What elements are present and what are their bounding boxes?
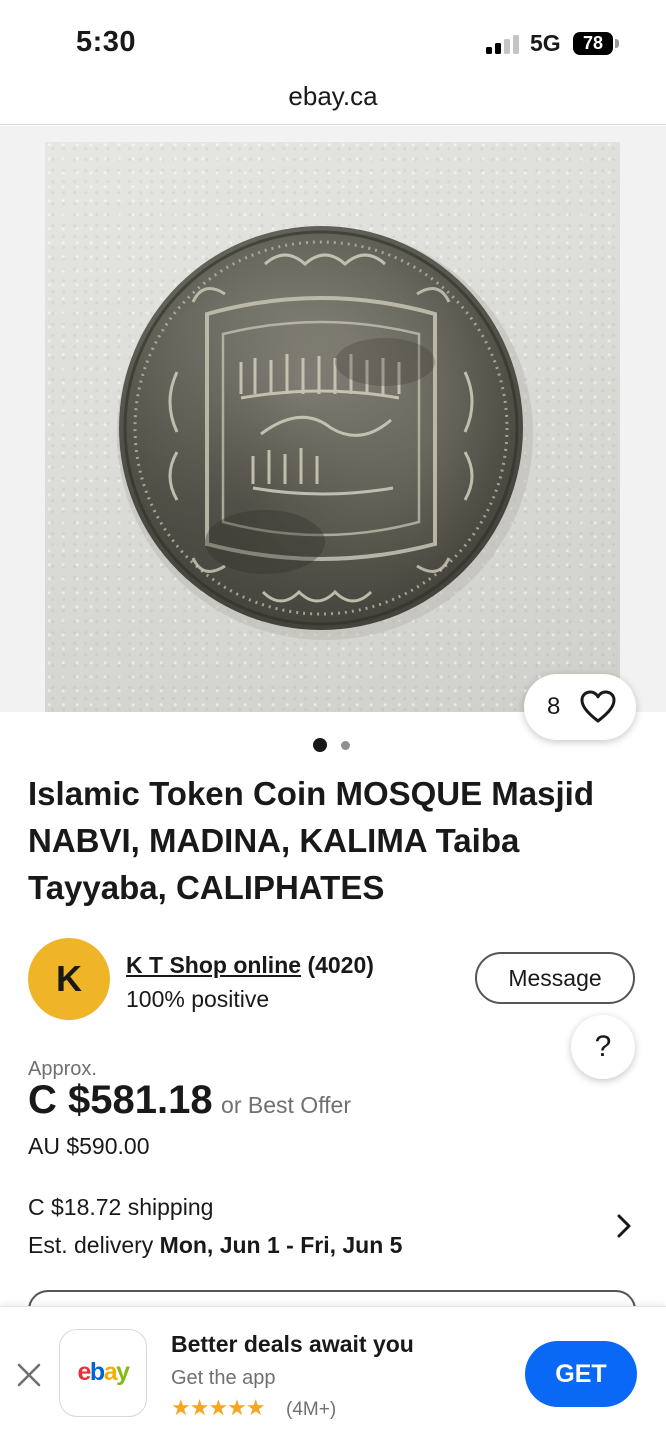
estimated-delivery: Est. delivery Mon, Jun 1 - Fri, Jun 5	[28, 1232, 402, 1259]
network-type: 5G	[530, 30, 561, 56]
address-bar-url: ebay.ca	[288, 81, 378, 111]
ebay-app-icon[interactable]: ebay	[59, 1329, 147, 1417]
pagination-dot[interactable]	[341, 741, 350, 750]
watch-button[interactable]: 8	[524, 674, 636, 740]
star-rating-icon: ★★★★★	[171, 1395, 266, 1420]
cellular-signal-icon	[486, 34, 520, 54]
delivery-label: Est. delivery	[28, 1232, 154, 1258]
seller-feedback-count: (4020)	[307, 952, 374, 978]
price-amount: C $581.18	[28, 1078, 213, 1122]
address-bar[interactable]: ebay.ca	[0, 76, 666, 124]
divider	[0, 124, 666, 125]
review-count: (4M+)	[286, 1399, 337, 1420]
battery-nub	[615, 39, 619, 48]
status-bar: 5:30 5G 78	[0, 0, 666, 80]
seller-name-link[interactable]: K T Shop online	[126, 952, 301, 978]
pagination-dot-active[interactable]	[313, 738, 327, 752]
delivery-dates: Mon, Jun 1 - Fri, Jun 5	[159, 1232, 403, 1258]
banner-title: Better deals await you	[171, 1331, 414, 1357]
ebay-listing-page: 5:30 5G 78 ebay.ca 8 Islamic Token Coin …	[0, 0, 666, 1440]
price-line: C $581.18 or Best Offer	[28, 1078, 351, 1123]
message-seller-button[interactable]: Message	[475, 952, 635, 1004]
shipping-row[interactable]: C $18.72 shipping Est. delivery Mon, Jun…	[0, 1180, 666, 1270]
chevron-right-icon	[617, 1214, 631, 1238]
app-install-banner: ebay Better deals await you Get the app …	[0, 1306, 666, 1440]
heart-icon	[580, 690, 616, 723]
shipping-cost: C $18.72 shipping	[28, 1194, 214, 1220]
get-app-button[interactable]: GET	[525, 1341, 637, 1407]
status-time: 5:30	[76, 26, 137, 58]
seller-info: K T Shop online (4020)	[126, 952, 374, 979]
help-button[interactable]: ?	[571, 1015, 635, 1079]
original-currency-price: AU $590.00	[28, 1133, 150, 1159]
seller-avatar-letter: K	[56, 958, 82, 999]
seller-avatar[interactable]: K	[28, 938, 110, 1020]
listing-title: Islamic Token Coin MOSQUE Masjid NABVI, …	[28, 775, 594, 906]
image-gallery[interactable]	[0, 126, 666, 712]
battery-icon: 78	[573, 32, 613, 55]
best-offer-label: or Best Offer	[221, 1092, 352, 1118]
banner-subtitle: Get the app	[171, 1367, 276, 1389]
ebay-logo: ebay	[77, 1358, 131, 1386]
close-icon[interactable]	[16, 1362, 42, 1388]
listing-photo[interactable]	[45, 142, 620, 712]
image-pagination	[313, 738, 353, 752]
battery-level: 78	[582, 33, 604, 53]
watch-count: 8	[547, 693, 561, 720]
coin-image	[117, 226, 533, 640]
seller-positive-rating: 100% positive	[126, 986, 270, 1012]
